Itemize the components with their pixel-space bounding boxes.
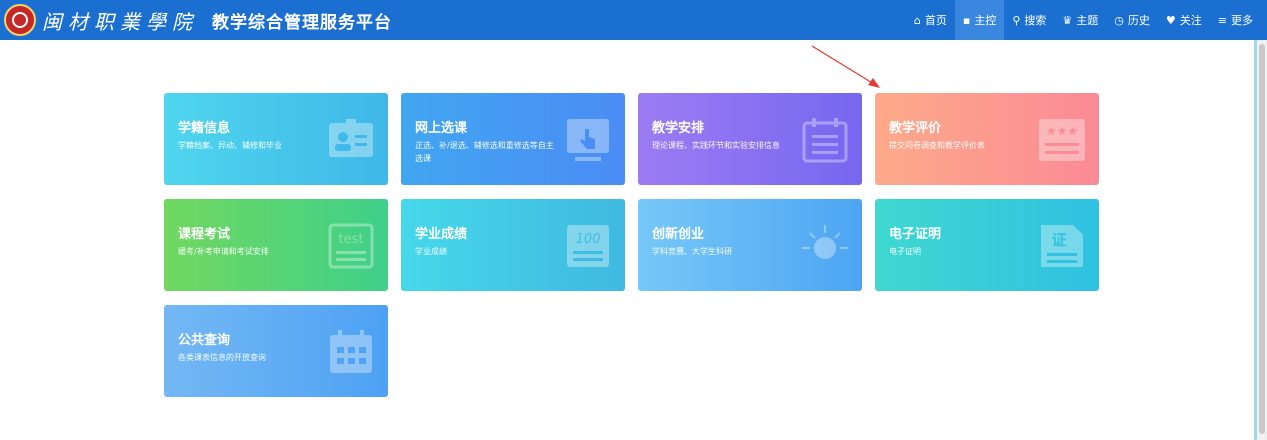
module-card-5[interactable]: 学业成绩 学业成绩 100 xyxy=(401,199,625,291)
nav-item-label: 主控 xyxy=(974,14,997,27)
module-card-title: 教学安排 xyxy=(652,121,705,136)
module-card-description: 提交问卷调查和教学评价表 xyxy=(889,141,985,150)
clock-icon: ◷ xyxy=(1114,13,1124,27)
grid-icon: ▪ xyxy=(962,13,971,27)
nav-item-label: 更多 xyxy=(1231,14,1253,27)
search-icon: ⚲ xyxy=(1012,13,1021,27)
nav-item-label: 历史 xyxy=(1127,14,1150,27)
lightbulb-icon xyxy=(800,221,850,271)
module-card-description: 缓考/补考申请和考试安排 xyxy=(178,247,269,256)
module-card-description: 学科竞赛、大学生科研 xyxy=(652,247,732,256)
module-card-title: 网上选课 xyxy=(415,121,468,136)
module-card-description: 学籍档案、异动、辅修和毕业 xyxy=(178,141,282,150)
nav-item-label: 首页 xyxy=(924,14,947,27)
id-card-icon xyxy=(326,115,376,165)
svg-text:100: 100 xyxy=(576,232,601,247)
nav-item-label: 主题 xyxy=(1076,14,1099,27)
platform-title: 教学综合管理服务平台 xyxy=(212,12,392,33)
touch-screen-icon xyxy=(563,115,613,165)
module-card-description: 理论课程、实践环节和实验安排信息 xyxy=(652,141,780,150)
school-logo xyxy=(4,4,36,36)
module-card-2[interactable]: 教学安排理论课程、实践环节和实验安排信息 xyxy=(638,93,862,185)
top-nav: ⌂ 首页 ▪ 主控 ⚲ 搜索 ♛ 主题 ◷ 历史 ♥ 关注 ≡ 更多 xyxy=(906,0,1261,40)
module-card-4[interactable]: 课程考试缓考/补考申请和考试安排 test xyxy=(164,199,388,291)
module-card-description: 正选、补/退选、辅修选和重修选等自主选课 xyxy=(415,141,554,163)
module-card-description: 电子证明 xyxy=(889,247,921,256)
brand[interactable]: 闽材职業學院 教学综合管理服务平台 xyxy=(4,3,392,37)
nav-item-5[interactable]: ♥ 关注 xyxy=(1158,0,1210,40)
svg-text:★★★: ★★★ xyxy=(1046,124,1078,138)
module-card-6[interactable]: 创新创业学科竞赛、大学生科研 xyxy=(638,199,862,291)
top-header-bar: 闽材职業學院 教学综合管理服务平台 ⌂ 首页 ▪ 主控 ⚲ 搜索 ♛ 主题 ◷ 历史 ♥ 关注 ≡ 更多 xyxy=(0,0,1267,40)
module-card-8[interactable]: 公共查询各类课表信息的开放查询 xyxy=(164,305,388,397)
heart-icon: ♥ xyxy=(1165,13,1176,27)
module-card-description: 各类课表信息的开放查询 xyxy=(178,353,266,362)
module-card-title: 教学评价 xyxy=(889,121,942,136)
module-card-0[interactable]: 学籍信息学籍档案、异动、辅修和毕业 xyxy=(164,93,388,185)
calendar-grid-icon xyxy=(326,327,376,377)
test-paper-icon: test xyxy=(326,221,376,271)
module-card-title: 电子证明 xyxy=(889,227,942,242)
certificate-icon: 证 xyxy=(1037,221,1087,271)
shirt-icon: ♛ xyxy=(1062,13,1073,27)
scrollbar-thumb[interactable] xyxy=(1259,44,1265,434)
svg-text:test: test xyxy=(339,232,364,247)
score-sheet-icon: 100 xyxy=(563,221,613,271)
nav-item-1[interactable]: ▪ 主控 xyxy=(954,0,1005,40)
svg-text:证: 证 xyxy=(1051,231,1066,249)
nav-item-3[interactable]: ♛ 主题 xyxy=(1054,0,1106,40)
home-icon: ⌂ xyxy=(913,13,921,27)
nav-item-label: 关注 xyxy=(1179,14,1202,27)
module-card-title: 学业成绩 xyxy=(415,227,468,242)
module-card-title: 课程考试 xyxy=(178,227,231,242)
calendar-list-icon xyxy=(800,115,850,165)
rating-stars-icon: ★★★ xyxy=(1037,115,1087,165)
nav-item-2[interactable]: ⚲ 搜索 xyxy=(1004,0,1054,40)
menu-icon: ≡ xyxy=(1217,13,1227,27)
nav-item-0[interactable]: ⌂ 首页 xyxy=(906,0,955,40)
module-card-1[interactable]: 网上选课正选、补/退选、辅修选和重修选等自主选课 xyxy=(401,93,625,185)
nav-item-label: 搜索 xyxy=(1024,14,1047,27)
nav-item-6[interactable]: ≡ 更多 xyxy=(1210,0,1261,40)
module-card-title: 学籍信息 xyxy=(178,121,231,136)
school-name: 闽材职業學院 xyxy=(42,9,198,34)
module-card-title: 创新创业 xyxy=(652,227,705,242)
module-card-7[interactable]: 电子证明 电子证明证 xyxy=(875,199,1099,291)
page-scrollbar[interactable] xyxy=(1257,40,1267,440)
module-card-title: 公共查询 xyxy=(178,333,231,348)
module-card-3[interactable]: 教学评价提交问卷调查和教学评价表 ★★★ xyxy=(875,93,1099,185)
nav-item-4[interactable]: ◷ 历史 xyxy=(1106,0,1158,40)
module-card-description: 学业成绩 xyxy=(415,247,447,256)
